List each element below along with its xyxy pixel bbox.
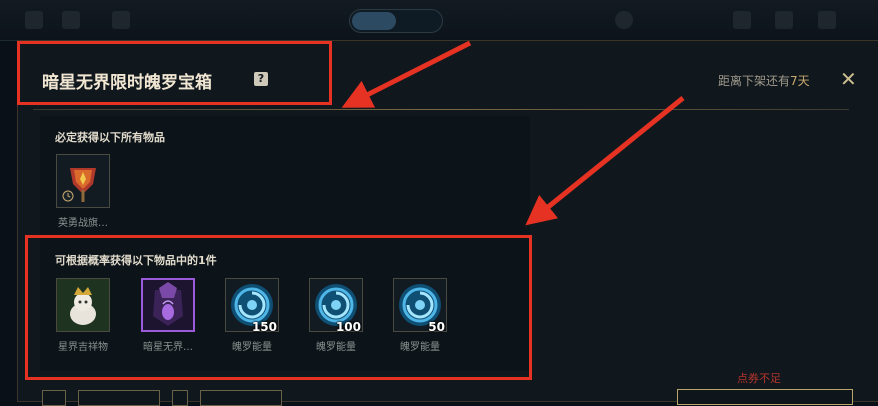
arrow-to-title bbox=[341, 40, 472, 108]
annotation-arrows bbox=[341, 40, 685, 226]
arrow-to-rewards bbox=[525, 96, 685, 226]
